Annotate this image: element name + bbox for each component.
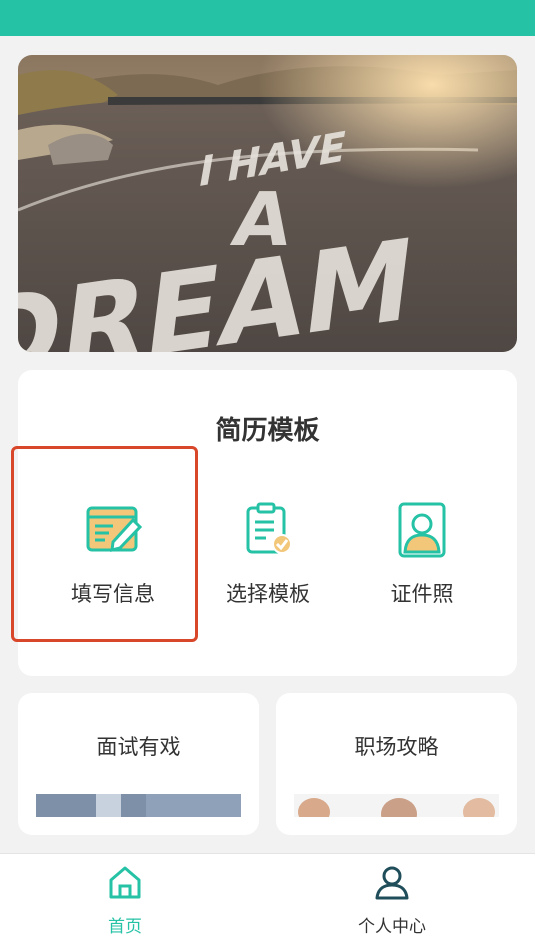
article-thumbnail bbox=[294, 794, 499, 817]
tab-profile[interactable]: 个人中心 bbox=[312, 854, 472, 951]
id-photo-button[interactable]: 证件照 bbox=[357, 500, 487, 615]
article-card-interview[interactable]: 面试有戏 bbox=[18, 693, 259, 835]
home-icon bbox=[109, 866, 141, 899]
selection-highlight bbox=[11, 446, 198, 642]
resume-card-title: 简历模板 bbox=[215, 416, 320, 446]
clipboard-check-icon bbox=[246, 502, 292, 554]
tab-profile-label: 个人中心 bbox=[358, 917, 426, 937]
user-icon bbox=[375, 866, 409, 900]
article-title: 职场攻略 bbox=[354, 735, 439, 759]
choose-template-button[interactable]: 选择模板 bbox=[203, 500, 333, 615]
article-thumbnail bbox=[36, 794, 241, 817]
status-bar bbox=[0, 0, 535, 36]
article-title: 面试有戏 bbox=[96, 735, 181, 759]
tab-home-label: 首页 bbox=[108, 917, 142, 937]
tab-home[interactable]: 首页 bbox=[45, 854, 205, 951]
article-card-workplace[interactable]: 职场攻略 bbox=[276, 693, 517, 835]
bottom-tab-bar: 首页 个人中心 bbox=[0, 853, 535, 951]
banner-image[interactable]: I HAVE A DREAM bbox=[18, 55, 517, 352]
choose-template-label: 选择模板 bbox=[226, 582, 310, 606]
id-photo-icon bbox=[398, 502, 446, 558]
id-photo-label: 证件照 bbox=[390, 582, 454, 606]
